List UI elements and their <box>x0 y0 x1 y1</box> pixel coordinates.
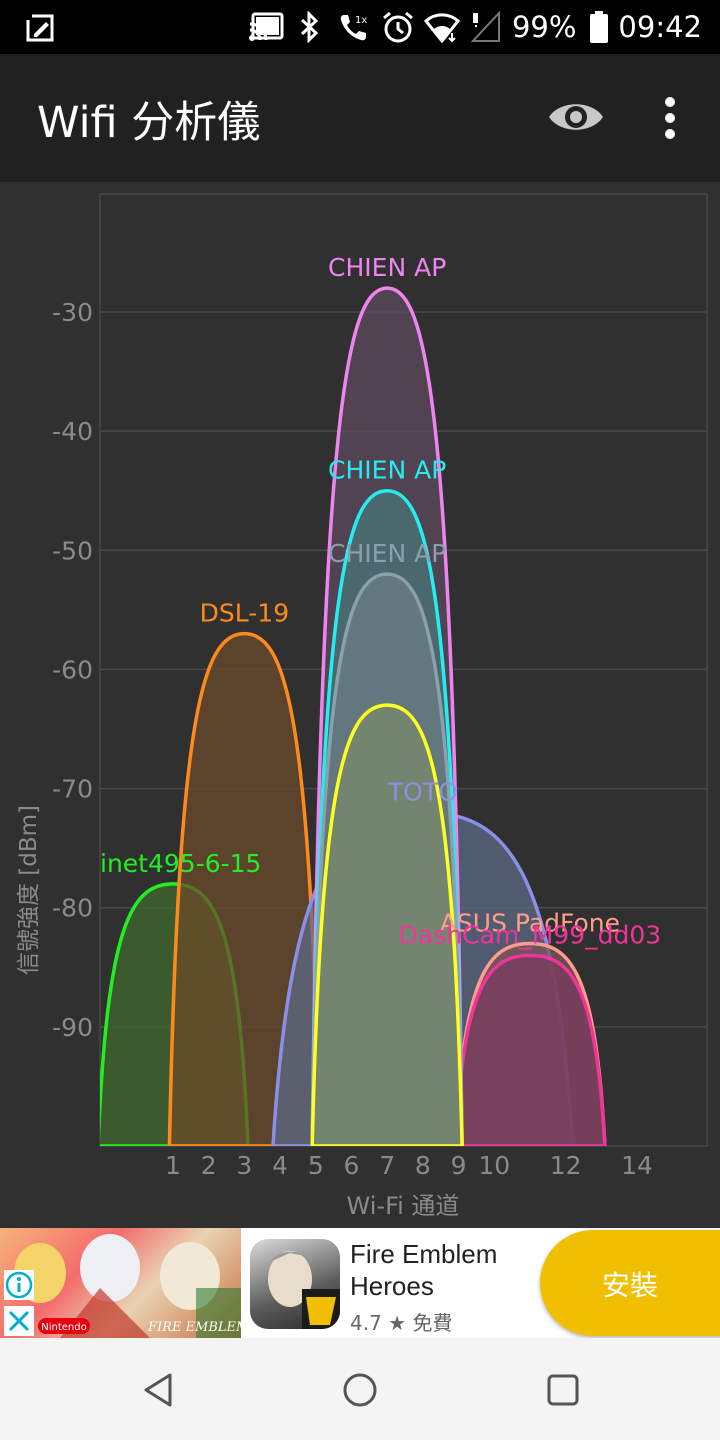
ad-image[interactable]: FIRE EMBLEM Heroes Nintendo <box>0 1228 241 1338</box>
alarm-icon <box>380 10 416 44</box>
banner-badge: Nintendo <box>41 1322 86 1333</box>
network-label: TOTO <box>387 777 458 806</box>
network-label: CHIEN AP <box>328 539 446 568</box>
banner-logo: FIRE EMBLEM Heroes <box>147 1320 241 1335</box>
eye-icon[interactable] <box>546 94 606 140</box>
x-tick-label: 12 <box>550 1151 582 1180</box>
network-label: CHIEN AP <box>328 253 446 282</box>
x-tick-label: 4 <box>272 1151 288 1180</box>
app-title: Wifi 分析儀 <box>37 98 261 148</box>
bluetooth-icon <box>292 10 328 44</box>
screenshot-edit-icon <box>26 10 56 44</box>
ad-info-icon[interactable] <box>4 1270 34 1300</box>
y-tick-label: -50 <box>52 536 93 565</box>
x-tick-label: 1 <box>165 1151 181 1180</box>
cell-signal-icon <box>468 10 504 44</box>
y-tick-label: -30 <box>52 298 93 327</box>
network-label: inet495-6-15 <box>100 849 261 878</box>
network-label: CHIEN AP <box>328 456 446 485</box>
battery-icon <box>588 10 610 44</box>
battery-percent: 99% <box>511 10 577 44</box>
home-icon[interactable] <box>338 1368 382 1412</box>
x-tick-label: 3 <box>236 1151 252 1180</box>
network-label: DSL-19 <box>200 599 289 628</box>
y-tick-label: -80 <box>52 894 93 923</box>
x-tick-label: 14 <box>621 1151 653 1180</box>
app-icon[interactable] <box>250 1239 340 1329</box>
x-tick-label: 9 <box>451 1151 467 1180</box>
x-tick-label: 10 <box>478 1151 510 1180</box>
install-button[interactable]: 安裝 <box>540 1230 720 1336</box>
app-bar: Wifi 分析儀 <box>0 54 720 182</box>
x-tick-label: 5 <box>308 1151 324 1180</box>
y-tick-label: -40 <box>52 417 93 446</box>
ad-rating: 4.7 ★ 免費 <box>350 1311 453 1335</box>
install-label: 安裝 <box>601 1269 658 1302</box>
y-tick-label: -60 <box>52 655 93 684</box>
ad-close-icon[interactable] <box>4 1306 34 1336</box>
y-axis-title: 信號強度 [dBm] <box>16 805 42 975</box>
x-tick-label: 2 <box>201 1151 217 1180</box>
channel-graph-svg: -30-40-50-60-70-80-90 1 2 3 4 5 6 7 8 9 10 12 14 in… <box>16 193 708 1220</box>
back-icon[interactable] <box>136 1368 180 1412</box>
x-axis-title: Wi-Fi 通道 <box>347 1192 460 1220</box>
cast-icon <box>248 10 284 44</box>
ad-banner[interactable]: FIRE EMBLEM Heroes Nintendo Fire Emblem … <box>0 1228 720 1338</box>
svg-text:1x: 1x <box>355 15 367 26</box>
clock: 09:42 <box>618 10 702 44</box>
status-bar: 1x 99% 09:42 <box>0 0 720 54</box>
channel-graph: -30 -40 -50 -60 -70 -80 -90 1 2 3 4 5 6 7 8 9 10 12 14 in… <box>0 182 720 1228</box>
x-tick-label: 6 <box>344 1151 360 1180</box>
ad-app-name[interactable]: Fire Emblem Heroes <box>350 1238 540 1302</box>
x-tick-label: 8 <box>415 1151 431 1180</box>
wifi-icon <box>423 10 460 44</box>
y-tick-label: -90 <box>52 1013 93 1042</box>
fire-emblem-artwork: FIRE EMBLEM Heroes Nintendo <box>14 1234 241 1338</box>
nav-bar <box>0 1338 720 1440</box>
network-label: DashCam_M99_dd03 <box>399 920 662 949</box>
x-tick-label: 7 <box>379 1151 395 1180</box>
recents-icon[interactable] <box>541 1368 585 1412</box>
wifi-call-icon: 1x <box>336 10 372 44</box>
more-vert-icon[interactable] <box>654 94 686 144</box>
y-tick-label: -70 <box>52 775 93 804</box>
